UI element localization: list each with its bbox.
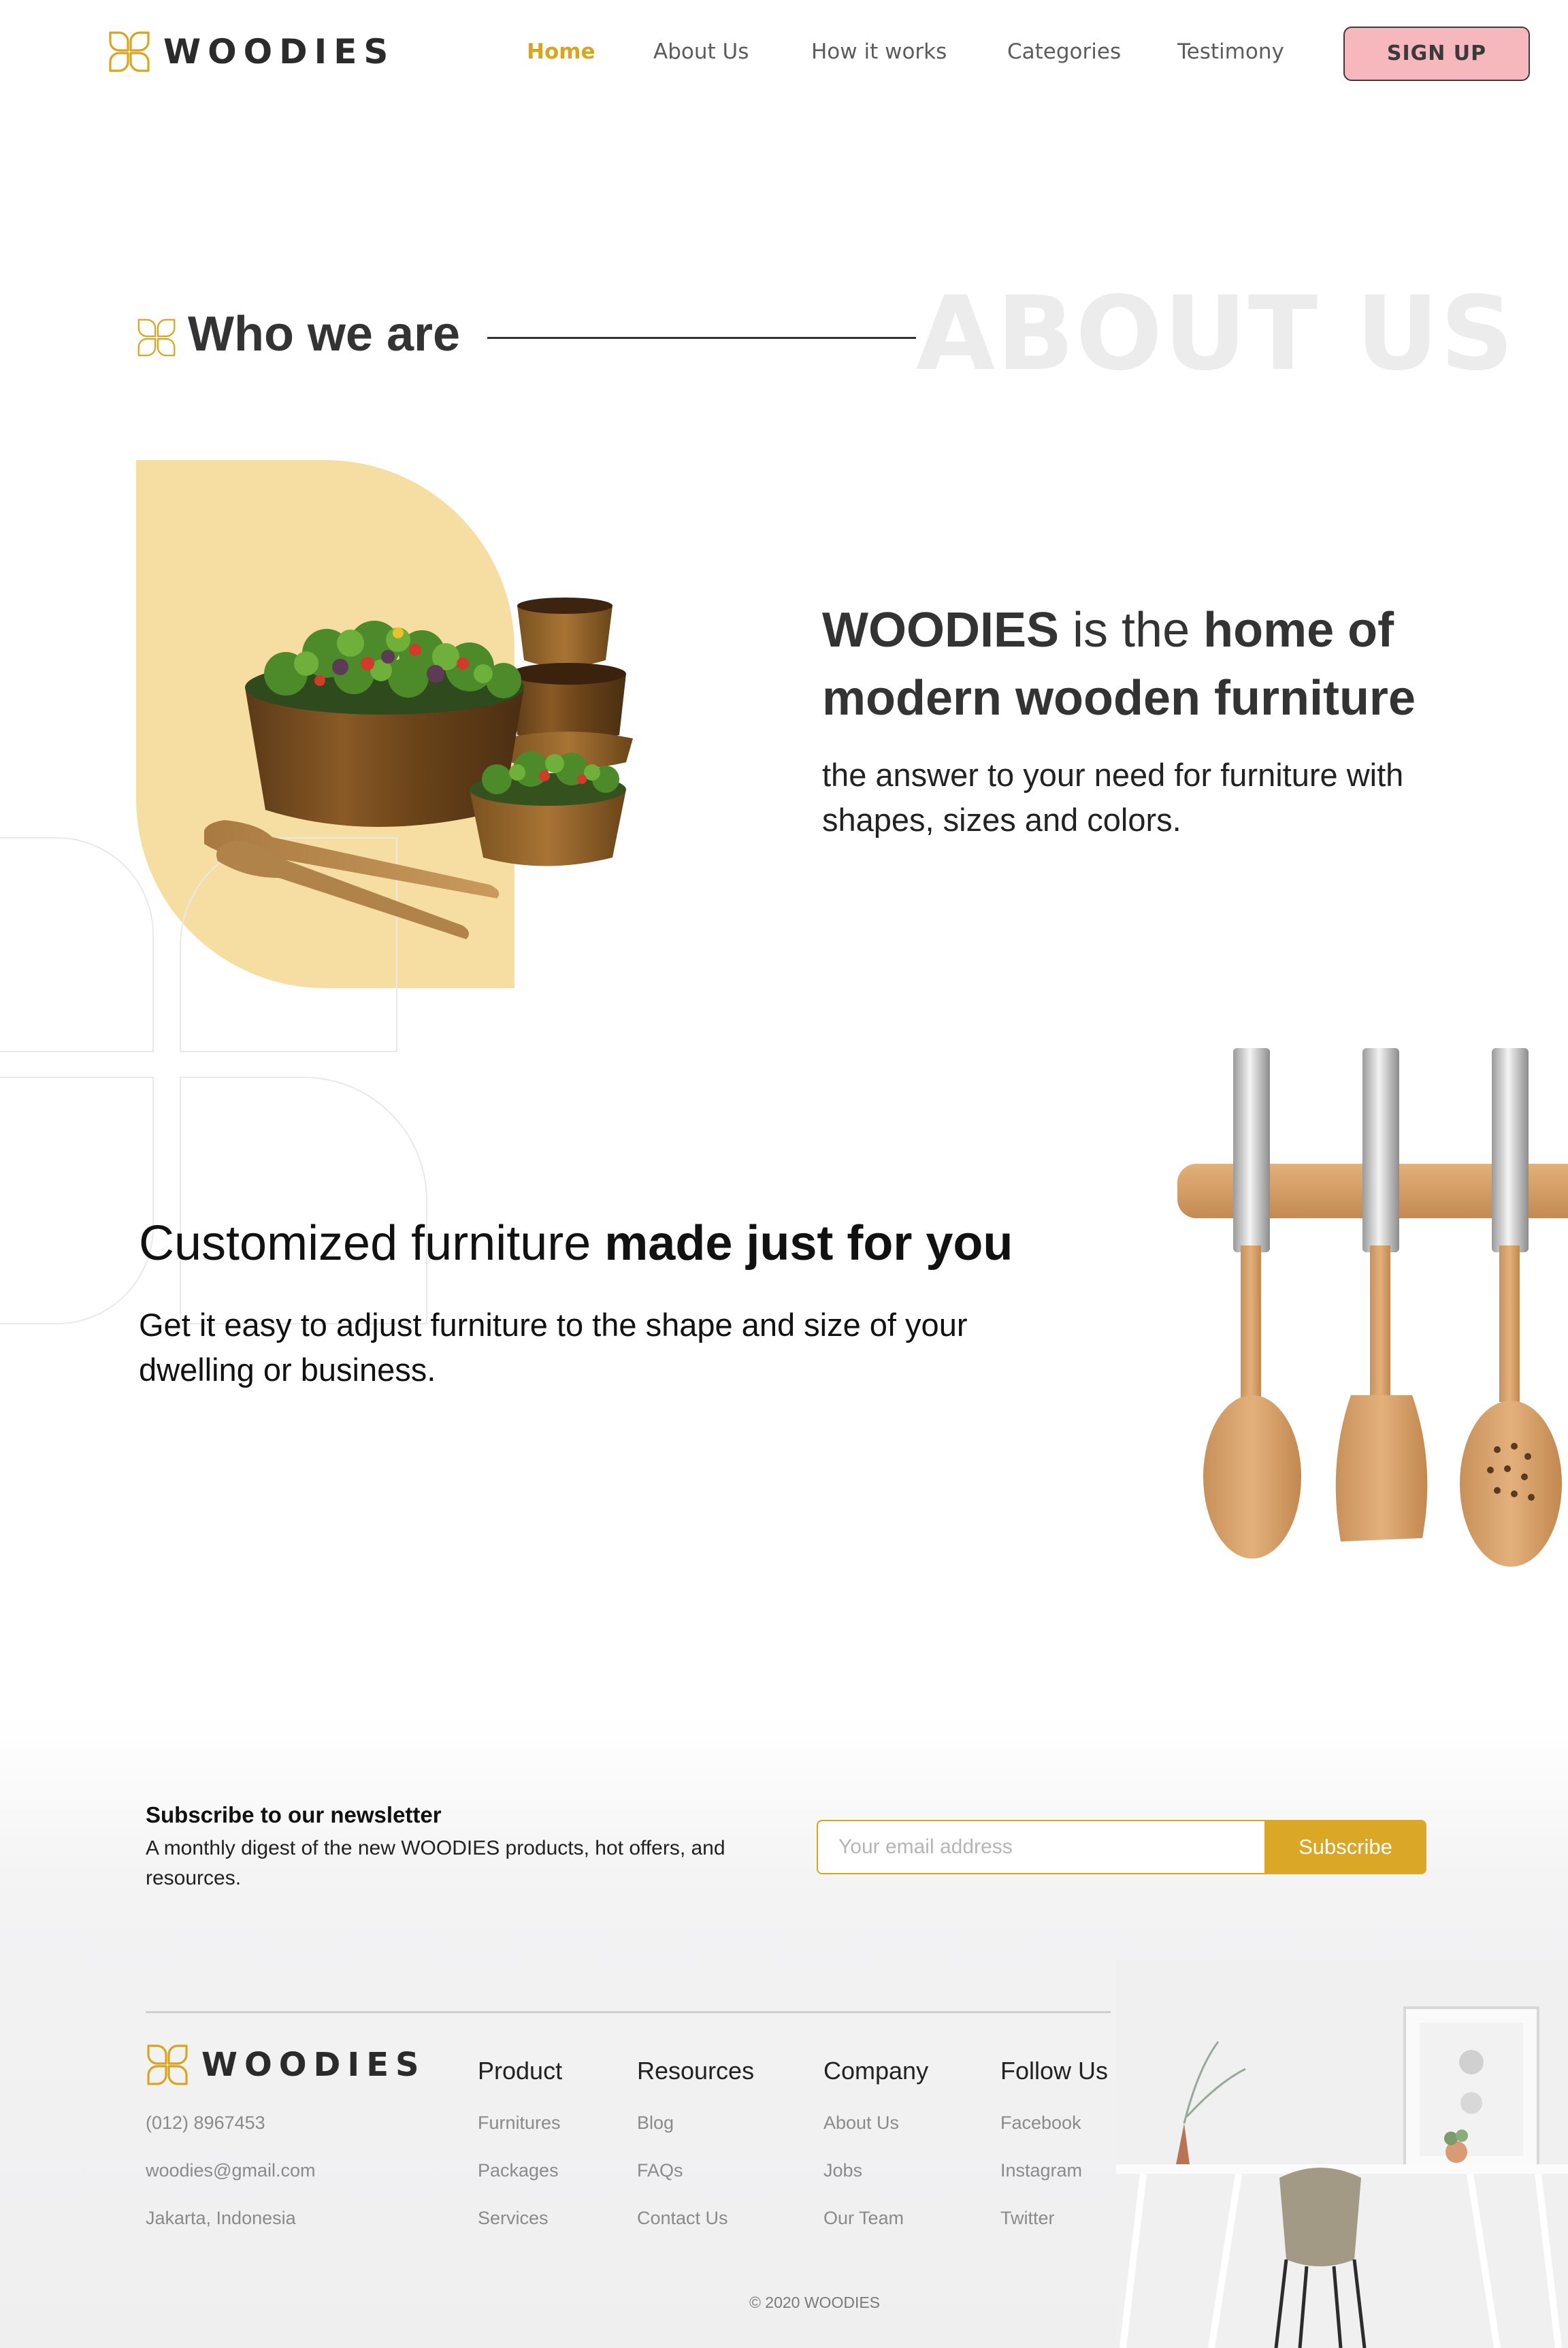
footer-email: woodies@gmail.com <box>146 2160 316 2181</box>
custom-title-regular: Customized furniture <box>139 1216 605 1271</box>
footer-heading-product: Product <box>478 2057 563 2085</box>
footer-link-faqs[interactable]: FAQs <box>637 2160 683 2181</box>
copyright: © 2020 WOODIES <box>749 2294 881 2311</box>
about-title-middle: is the <box>1059 603 1204 657</box>
nav-categories[interactable]: Categories <box>1007 39 1121 64</box>
decorative-petal-outline <box>180 1077 427 1324</box>
footer-link-contact-us[interactable]: Contact Us <box>637 2208 728 2229</box>
footer-divider <box>146 2011 1111 2013</box>
decorative-petal-outline <box>0 1077 154 1324</box>
signup-button[interactable]: SIGN UP <box>1343 27 1530 81</box>
footer-logo[interactable]: WOODIES <box>146 2043 426 2087</box>
who-we-are-heading: Who we are <box>188 307 461 361</box>
footer-link-services[interactable]: Services <box>478 2208 549 2229</box>
about-us-watermark: ABOUT US <box>916 275 1516 393</box>
nav-testimony[interactable]: Testimony <box>1177 39 1284 64</box>
decorative-petal-outline <box>0 837 154 1052</box>
footer-heading-resources: Resources <box>637 2057 755 2085</box>
newsletter-description: A monthly digest of the new WOODIES prod… <box>146 1837 725 1889</box>
nav-logo[interactable]: WOODIES <box>108 30 395 74</box>
newsletter-title: Subscribe to our newsletter <box>146 1802 442 1827</box>
footer-link-furnitures[interactable]: Furnitures <box>478 2113 561 2134</box>
footer-link-instagram[interactable]: Instagram <box>1000 2160 1082 2181</box>
subscribe-button[interactable]: Subscribe <box>1264 1820 1426 1874</box>
logo-wordmark: WOODIES <box>163 32 395 71</box>
footer-logo-wordmark: WOODIES <box>201 2046 426 2084</box>
flower-icon <box>137 319 176 357</box>
footer-link-packages[interactable]: Packages <box>478 2160 559 2181</box>
about-subtitle: the answer to your need for furniture wi… <box>822 757 1404 838</box>
custom-subtitle: Get it easy to adjust furniture to the s… <box>139 1307 968 1388</box>
wooden-spoons-image <box>1177 1048 1568 1567</box>
nav-how-it-works[interactable]: How it works <box>811 39 947 64</box>
room-interior-image <box>1116 1960 1568 2348</box>
footer-heading-company: Company <box>823 2057 929 2085</box>
logo-flower-icon <box>147 2044 188 2085</box>
footer-link-about-us[interactable]: About Us <box>823 2113 899 2134</box>
heading-divider <box>487 337 916 339</box>
footer-link-twitter[interactable]: Twitter <box>1000 2208 1055 2229</box>
logo-flower-icon <box>109 31 150 72</box>
footer-link-our-team[interactable]: Our Team <box>823 2208 904 2229</box>
footer-link-facebook[interactable]: Facebook <box>1000 2113 1081 2134</box>
footer-link-blog[interactable]: Blog <box>637 2113 674 2134</box>
about-title-brand: WOODIES <box>822 603 1060 657</box>
custom-title: Customized furniture made just for you <box>139 1216 1013 1271</box>
footer-heading-follow-us: Follow Us <box>1000 2057 1109 2085</box>
nav-home[interactable]: Home <box>527 39 595 64</box>
footer-link-jobs[interactable]: Jobs <box>823 2160 862 2181</box>
salad-bowls-image <box>204 598 633 939</box>
about-title: WOODIES is the home of modern wooden fur… <box>822 596 1475 732</box>
footer-phone: (012) 8967453 <box>146 2113 265 2133</box>
email-input[interactable] <box>817 1820 1264 1874</box>
custom-title-bold: made just for you <box>604 1216 1013 1271</box>
footer-location: Jakarta, Indonesia <box>146 2208 296 2228</box>
nav-about-us[interactable]: About Us <box>653 39 749 64</box>
